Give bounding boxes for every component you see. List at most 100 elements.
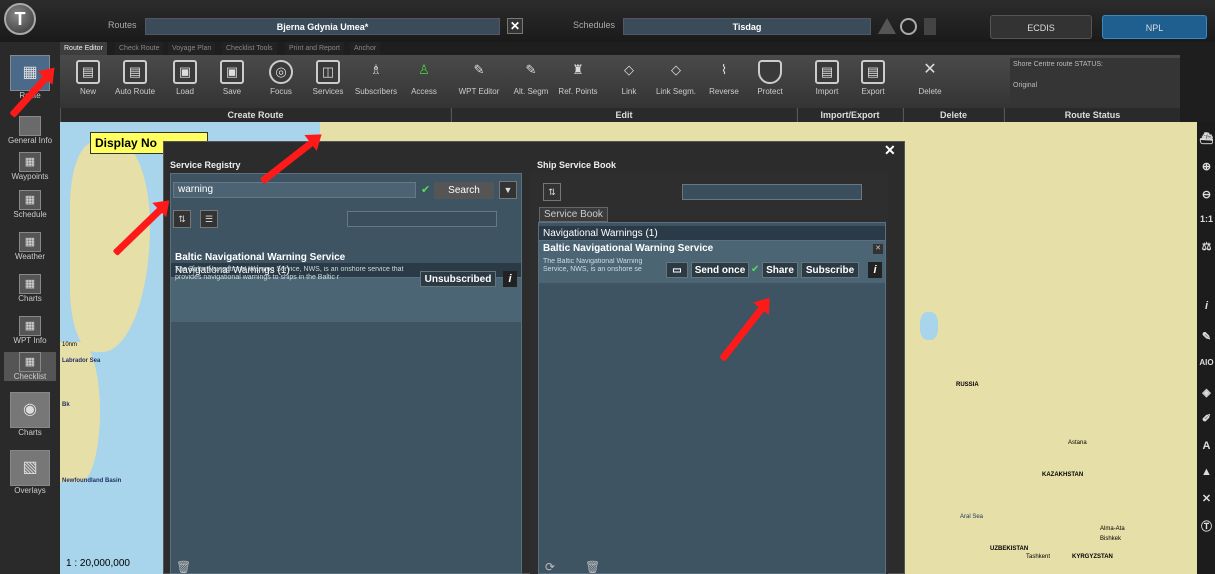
t-logo-icon[interactable]: Ⓣ (1199, 518, 1214, 536)
tool-icon[interactable]: ✐ (1199, 412, 1214, 430)
sidebar-item-weather[interactable]: ▦ Weather (4, 232, 56, 261)
shipbook-service-desc: The Baltic Navigational Warning Service,… (543, 258, 643, 273)
save-button[interactable]: ▣ Save (209, 58, 255, 106)
shipbook-sort-icon[interactable]: ⇅ (543, 183, 561, 201)
status-box-icon (924, 18, 936, 35)
import-button[interactable]: ▤ Import (804, 58, 850, 106)
shipbook-service-title: Baltic Navigational Warning Service (543, 243, 714, 254)
subscribe-button[interactable]: Subscribe (801, 262, 859, 278)
one-to-one-icon[interactable]: 1:1 (1199, 214, 1214, 232)
map-label-kazakhstan: KAZAKHSTAN (1042, 472, 1084, 478)
share-check-icon: ✔ (751, 264, 760, 275)
tab-voyage-plan[interactable]: Voyage Plan (168, 42, 216, 55)
schedule-icon: ▦ (19, 190, 41, 210)
wpt-info-icon: ▦ (19, 316, 41, 336)
warning-triangle-icon[interactable] (878, 18, 896, 34)
services-button[interactable]: ◫ Services (305, 58, 351, 106)
comment-icon[interactable]: ▭ (666, 262, 688, 278)
map-lake (920, 312, 938, 340)
sidebar-item-general-info[interactable]: General Info (4, 116, 56, 145)
focus-button[interactable]: ◎ Focus (258, 58, 304, 106)
filter-icon[interactable]: ▼ (499, 181, 517, 199)
ecdis-button[interactable]: ECDIS (990, 15, 1092, 39)
zoom-out-icon[interactable]: ⊖ (1199, 188, 1214, 206)
tab-route-editor[interactable]: Route Editor (60, 42, 107, 55)
section-delete: Delete (903, 108, 1003, 122)
anchor-icon[interactable]: A (1199, 440, 1214, 458)
map-label-alma-ata: Alma-Ata (1100, 526, 1125, 532)
protect-button[interactable]: Protect (747, 58, 793, 106)
remove-service-icon[interactable]: ✕ (873, 244, 883, 254)
refresh-icon[interactable]: ⟳ (545, 560, 555, 574)
shipbook-category: Navigational Warnings (1) (539, 226, 885, 241)
lighthouse-icon: ♜ (572, 62, 584, 77)
send-once-button[interactable]: Send once (691, 262, 749, 278)
new-button[interactable]: ▤ New (65, 58, 111, 106)
general-info-icon (19, 116, 41, 136)
tab-print-report[interactable]: Print and Report (285, 42, 344, 55)
info-icon[interactable]: i (1199, 300, 1214, 318)
sidebar-item-overlays[interactable]: ▧ Overlays (4, 450, 56, 495)
dialog-close-icon[interactable]: ✕ (884, 142, 896, 159)
export-button[interactable]: ▤ Export (850, 58, 896, 106)
cross-tool-icon[interactable]: ✕ (1199, 492, 1214, 510)
sidebar-item-wpt-info[interactable]: ▦ WPT Info (4, 316, 56, 345)
ruler-icon[interactable]: ▲ (1199, 466, 1214, 484)
tab-check-route[interactable]: Check Route (115, 42, 164, 55)
ref-points-button[interactable]: ♜ Ref. Points (555, 58, 601, 106)
link-button[interactable]: ◇ Link (606, 58, 652, 106)
access-button[interactable]: ♙ Access (401, 58, 447, 106)
unsubscribed-button[interactable]: Unsubscribed (420, 271, 496, 287)
link-segm-icon: ◇ (671, 62, 681, 77)
layers-icon[interactable]: ◈ (1199, 386, 1214, 404)
charts-disc-icon: ◉ (10, 392, 50, 428)
registry-filter-input[interactable] (347, 211, 497, 227)
delete-button[interactable]: ✕ Delete (907, 58, 953, 106)
sidebar-item-schedule[interactable]: ▦ Schedule (4, 190, 56, 219)
tab-service-book[interactable]: Service Book (539, 207, 608, 222)
alt-segm-icon: ✎ (525, 62, 537, 77)
shipbook-trash-icon[interactable]: 🗑 (585, 560, 600, 574)
subscribers-button[interactable]: ♗ Subscribers (353, 58, 399, 106)
status-circle-icon[interactable] (900, 18, 917, 35)
route-status-box: Shore Centre route STATUS: Original (1010, 58, 1180, 106)
sidebar-item-checklist[interactable]: ▦ Checklist (4, 352, 56, 381)
sort-icon[interactable]: ⇅ (173, 210, 191, 228)
sidebar-item-charts-2[interactable]: ◉ Charts (4, 392, 56, 437)
npl-button[interactable]: NPL (1102, 15, 1207, 39)
services-icon: ◫ (316, 60, 340, 84)
tab-anchor[interactable]: Anchor (350, 42, 381, 55)
registry-info-button[interactable]: i (503, 271, 517, 287)
auto-route-button[interactable]: ▤ Auto Route (112, 58, 158, 106)
alt-segm-button[interactable]: ✎ Alt. Segm (508, 58, 554, 106)
registry-trash-icon[interactable]: 🗑 (176, 560, 191, 574)
shipbook-filter-input[interactable] (682, 184, 862, 200)
route-field[interactable]: Bjerna Gdynia Umea* (145, 18, 500, 35)
share-button[interactable]: Share (762, 262, 798, 278)
schedule-field[interactable]: Tisdag (623, 18, 871, 35)
aio-icon[interactable]: AIO (1199, 358, 1214, 376)
map-label-bishkek: Bishkek (1100, 536, 1122, 542)
scale-icon[interactable]: ⚖ (1199, 240, 1214, 258)
sidebar-item-charts[interactable]: ▦ Charts (4, 274, 56, 303)
registry-search-input[interactable]: warning (173, 182, 416, 198)
shipbook-info-button[interactable]: i (868, 262, 882, 278)
search-button[interactable]: Search (434, 182, 494, 199)
list-view-icon[interactable]: ☰ (200, 210, 218, 228)
measure-icon[interactable]: ✎ (1199, 330, 1214, 348)
sidebar-item-waypoints[interactable]: ▦ Waypoints (4, 152, 56, 181)
shield-icon (758, 60, 782, 84)
map-scale: 1 : 20,000,000 (66, 558, 130, 569)
link-segm-button[interactable]: ◇ Link Segm. (653, 58, 699, 106)
load-button[interactable]: ▣ Load (162, 58, 208, 106)
route-close-icon[interactable]: ✕ (507, 18, 523, 34)
ship-icon[interactable]: ⛴ (1199, 132, 1214, 150)
map-label-tashkent: Tashkent (1026, 554, 1051, 560)
wpt-editor-button[interactable]: ✎ WPT Editor (456, 58, 502, 106)
reverse-button[interactable]: ⌇ Reverse (701, 58, 747, 106)
focus-icon: ◎ (269, 60, 293, 84)
map-label-labrador: Labrador Sea (62, 358, 101, 364)
app-logo-icon[interactable]: T (4, 3, 36, 35)
tab-checklist-tools[interactable]: Checklist Tools (222, 42, 277, 55)
zoom-in-icon[interactable]: ⊕ (1199, 160, 1214, 178)
